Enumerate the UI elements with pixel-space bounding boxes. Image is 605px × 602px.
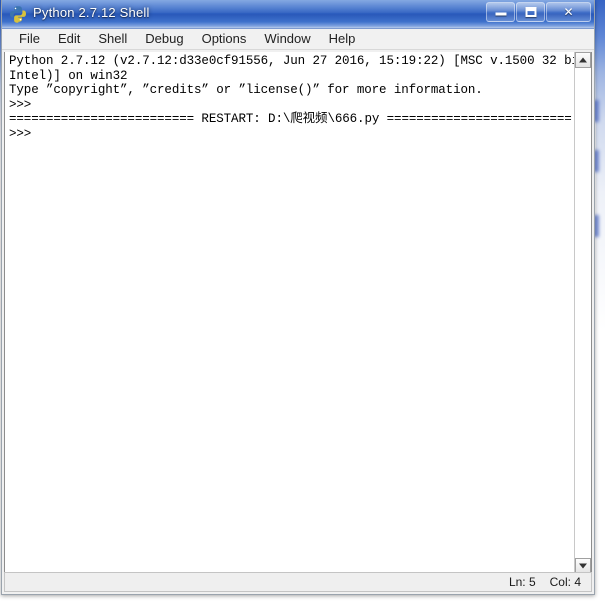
shell-prompt-line: >>> — [9, 97, 32, 112]
window-titlebar[interactable]: Python 2.7.12 Shell ✕ — [2, 0, 594, 29]
status-line-number: Ln: 5 — [508, 575, 536, 589]
desktop-right-gradient — [596, 0, 605, 602]
python-shell-window: Python 2.7.12 Shell ✕ File Edit Shell De… — [1, 0, 595, 595]
statusbar: Ln: 5 Col: 4 — [4, 572, 592, 592]
menu-item-options[interactable]: Options — [193, 30, 256, 48]
menu-item-edit[interactable]: Edit — [49, 30, 89, 48]
shell-prompt-line: >>> — [9, 126, 32, 141]
maximize-icon — [525, 7, 536, 17]
scrollbar-track[interactable] — [575, 68, 591, 558]
minimize-icon — [495, 12, 506, 16]
shell-restart-line: ========================= RESTART: D:\爬视… — [9, 112, 572, 127]
minimize-button[interactable] — [486, 2, 515, 22]
scroll-down-icon — [579, 563, 587, 569]
scroll-up-icon — [579, 57, 587, 63]
close-icon: ✕ — [563, 5, 574, 19]
scroll-up-button[interactable] — [575, 52, 591, 68]
menu-item-help[interactable]: Help — [320, 30, 365, 48]
maximize-button[interactable] — [516, 2, 545, 22]
menu-item-window[interactable]: Window — [255, 30, 319, 48]
close-button[interactable]: ✕ — [546, 2, 591, 22]
vertical-scrollbar[interactable] — [574, 52, 591, 574]
python-logo-icon — [10, 6, 26, 23]
shell-line: Type ”copyright”, ”credits” or ”license(… — [9, 83, 483, 98]
menu-item-shell[interactable]: Shell — [89, 30, 136, 48]
shell-line: Python 2.7.12 (v2.7.12:d33e0cf91556, Jun… — [9, 54, 574, 68]
shell-line: Intel)] on win32 — [9, 68, 128, 83]
menu-item-debug[interactable]: Debug — [136, 30, 192, 48]
shell-client-area: Python 2.7.12 (v2.7.12:d33e0cf91556, Jun… — [4, 52, 592, 575]
shell-text-output[interactable]: Python 2.7.12 (v2.7.12:d33e0cf91556, Jun… — [5, 52, 574, 574]
menu-item-file[interactable]: File — [10, 30, 49, 48]
window-caption-buttons: ✕ — [485, 2, 591, 22]
window-title: Python 2.7.12 Shell — [33, 5, 150, 20]
status-column-number: Col: 4 — [549, 575, 581, 589]
menubar: File Edit Shell Debug Options Window Hel… — [2, 29, 594, 50]
